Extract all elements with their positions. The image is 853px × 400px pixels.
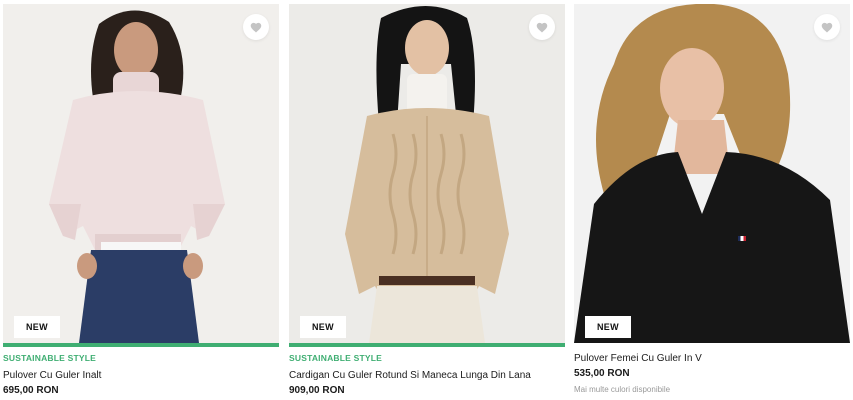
- product-name[interactable]: Cardigan Cu Guler Rotund Si Maneca Lunga…: [289, 369, 565, 382]
- product-name[interactable]: Pulover Cu Guler Inalt: [3, 369, 279, 382]
- sustainable-tag: SUSTAINABLE STYLE: [289, 353, 382, 363]
- wishlist-button[interactable]: [814, 14, 840, 40]
- heart-icon: [536, 22, 548, 32]
- sustainable-tag: SUSTAINABLE STYLE: [3, 353, 96, 363]
- heart-icon: [821, 22, 833, 32]
- product-card[interactable]: NEW Pulover Femei Cu Guler In V 535,00 R…: [574, 4, 850, 400]
- new-badge: NEW: [14, 316, 60, 338]
- new-badge: NEW: [585, 316, 631, 338]
- product-price: 695,00 RON: [3, 385, 59, 396]
- product-image[interactable]: NEW: [574, 4, 850, 343]
- model-photo-turtleneck: [3, 4, 279, 343]
- product-image[interactable]: NEW: [3, 4, 279, 343]
- wishlist-button[interactable]: [243, 14, 269, 40]
- product-price: 535,00 RON: [574, 368, 630, 379]
- product-price: 909,00 RON: [289, 385, 345, 396]
- model-photo-vneck: [574, 4, 850, 343]
- product-name[interactable]: Pulover Femei Cu Guler In V: [574, 352, 850, 365]
- more-colors-note[interactable]: Mai multe culori disponibile: [574, 384, 850, 396]
- product-card[interactable]: NEW SUSTAINABLE STYLE Pulover Cu Guler I…: [3, 4, 279, 400]
- product-image[interactable]: NEW: [289, 4, 565, 343]
- product-grid: NEW SUSTAINABLE STYLE Pulover Cu Guler I…: [0, 0, 853, 400]
- wishlist-button[interactable]: [529, 14, 555, 40]
- product-card[interactable]: NEW SUSTAINABLE STYLE Cardigan Cu Guler …: [289, 4, 565, 400]
- new-badge: NEW: [300, 316, 346, 338]
- heart-icon: [250, 22, 262, 32]
- model-photo-cardigan: [289, 4, 565, 343]
